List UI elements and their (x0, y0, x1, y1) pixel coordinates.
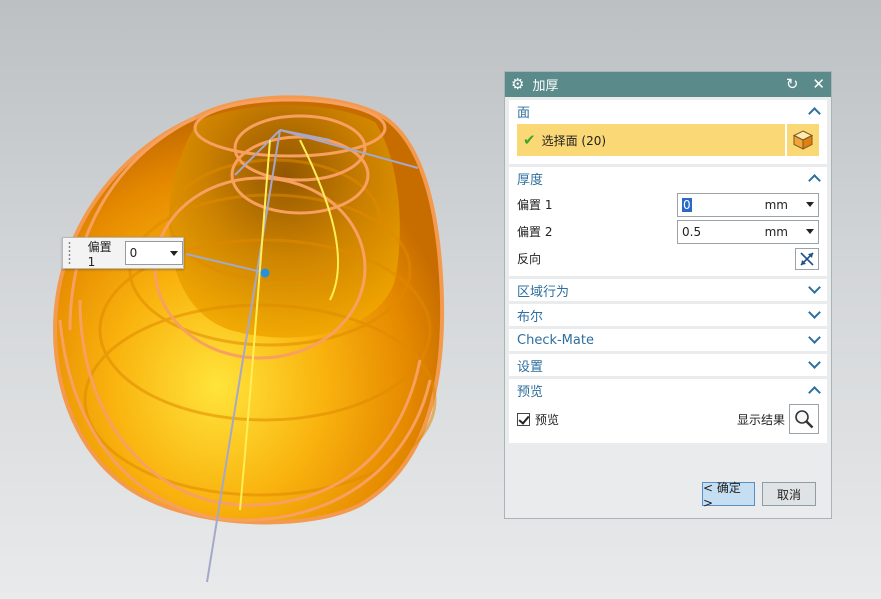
offset2-unit: mm (764, 224, 788, 239)
face-section-title: 面 (517, 105, 531, 121)
preview-section-title: 预览 (517, 384, 544, 400)
thicken-dialog: ⚙ 加厚 ↻ ✕ 面 ✔ 选择面 (20) 厚度 偏置 1 0 mm 偏置 2 … (504, 71, 832, 519)
floating-offset-combo[interactable]: 0 (124, 241, 184, 265)
show-result-label: 显示结果 (736, 412, 785, 427)
offset1-unit: mm (764, 197, 788, 212)
offset1-label: 偏置 1 (517, 198, 553, 212)
chevron-down-icon (808, 281, 821, 294)
preview-section-header[interactable]: 预览 (509, 379, 827, 401)
region-section-title: 区域行为 (517, 284, 570, 300)
thickness-section-header[interactable]: 厚度 (509, 167, 827, 189)
reverse-icon (800, 251, 814, 266)
chevron-up-icon (808, 386, 821, 399)
floating-offset-label: 偏置 1 (87, 239, 112, 269)
chevron-down-icon[interactable] (806, 229, 814, 234)
select-face-label: 选择面 (20) (541, 133, 607, 148)
offset2-row: 偏置 2 0.5 mm (517, 218, 819, 245)
drag-handle[interactable] (260, 268, 270, 278)
dialog-title: 加厚 (532, 79, 559, 94)
region-section: 区域行为 (509, 279, 827, 301)
select-face-field[interactable]: ✔ 选择面 (20) (517, 124, 785, 156)
show-result-group: 显示结果 (737, 404, 819, 434)
preview-checkbox-label: 预览 (535, 412, 560, 427)
thickness-section: 厚度 偏置 1 0 mm 偏置 2 0.5 mm 反向 (509, 167, 827, 276)
dialog-footer: < 确定 > 取消 (702, 481, 816, 510)
face-filter-button[interactable] (785, 124, 819, 156)
preview-checkbox[interactable] (517, 412, 530, 426)
settings-section: 设置 (509, 354, 827, 376)
offset2-label: 偏置 2 (517, 225, 553, 239)
offset1-value: 0 (682, 197, 692, 212)
chevron-down-icon (170, 250, 179, 256)
offset2-input[interactable]: 0.5 mm (677, 219, 819, 244)
settings-section-header[interactable]: 设置 (509, 354, 827, 376)
offset2-value: 0.5 (682, 224, 702, 239)
magnifier-icon (795, 410, 814, 429)
floating-offset-input: 偏置 1 0 (62, 237, 184, 269)
checkmate-section-title: Check-Mate (517, 332, 594, 348)
reverse-row: 反向 (517, 245, 819, 272)
chevron-down-icon[interactable] (806, 202, 814, 207)
checkmate-section-header[interactable]: Check-Mate (509, 329, 827, 351)
show-result-button[interactable] (789, 404, 819, 434)
settings-section-title: 设置 (517, 359, 544, 375)
cancel-button[interactable]: 取消 (762, 482, 816, 506)
boolean-section-header[interactable]: 布尔 (509, 304, 827, 326)
preview-section: 预览 预览 显示结果 (509, 379, 827, 443)
boolean-section: 布尔 (509, 304, 827, 326)
reverse-label: 反向 (517, 252, 542, 266)
chevron-up-icon (808, 174, 821, 187)
cube-icon (792, 130, 814, 150)
chevron-down-icon (808, 331, 821, 344)
face-section-header[interactable]: 面 (509, 100, 827, 122)
thickness-section-title: 厚度 (517, 172, 544, 188)
face-section: 面 ✔ 选择面 (20) (509, 100, 827, 164)
gear-icon[interactable]: ⚙ (511, 77, 524, 92)
egg-model[interactable] (52, 95, 445, 583)
check-icon: ✔ (523, 131, 536, 149)
boolean-section-title: 布尔 (517, 309, 544, 325)
checkmate-section: Check-Mate (509, 329, 827, 351)
floating-offset-value: 0 (129, 246, 138, 260)
ok-button[interactable]: < 确定 > (702, 481, 755, 510)
chevron-down-icon (808, 356, 821, 369)
offset1-input[interactable]: 0 mm (677, 192, 819, 217)
close-icon[interactable]: ✕ (812, 77, 825, 92)
chevron-up-icon (808, 107, 821, 120)
preview-checkbox-wrap[interactable]: 预览 (517, 411, 559, 428)
region-section-header[interactable]: 区域行为 (509, 279, 827, 301)
offset1-row: 偏置 1 0 mm (517, 191, 819, 218)
reset-icon[interactable]: ↻ (786, 77, 799, 92)
chevron-down-icon (808, 306, 821, 319)
dialog-titlebar: ⚙ 加厚 ↻ ✕ (505, 72, 831, 97)
reverse-button[interactable] (795, 247, 819, 270)
drag-grip[interactable] (67, 241, 72, 265)
